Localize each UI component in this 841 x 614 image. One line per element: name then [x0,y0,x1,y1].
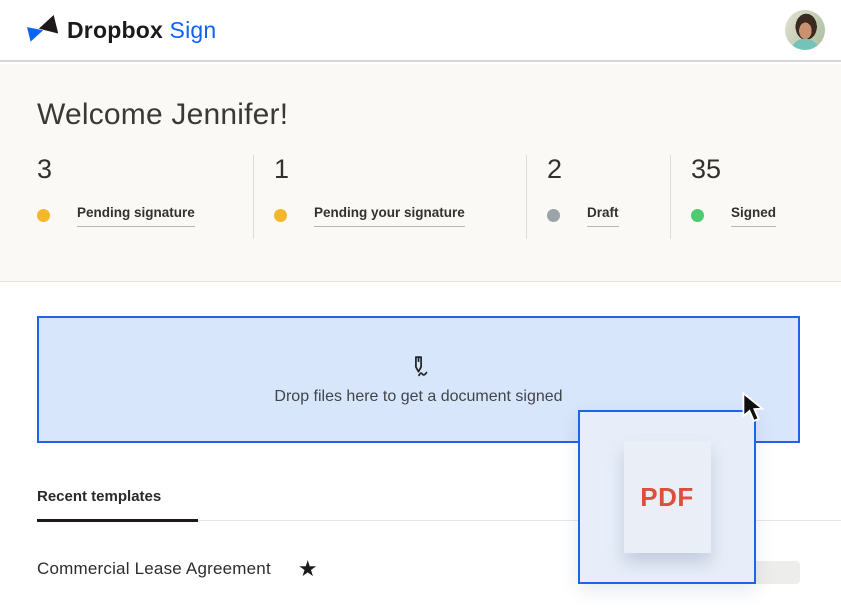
pen-signature-icon [405,354,432,381]
status-dot-pending-your [274,209,287,222]
stat-pending-signature: 3 Pending signature [37,155,253,239]
stat-detail: Draft [547,205,670,227]
stat-count: 1 [274,155,526,185]
drop-zone-label: Drop files here to get a document signed [274,388,562,406]
dropbox-sign-logo-icon [26,14,58,46]
status-dot-pending [37,209,50,222]
welcome-section: Welcome Jennifer! 3 Pending signature 1 … [0,64,841,282]
dropbox-sign-dashboard: Dropbox Sign Welcome Jennifer! 3 Pending… [0,0,841,614]
status-dot-signed [691,209,704,222]
template-name[interactable]: Commercial Lease Agreement [37,559,271,579]
pdf-page-thumbnail: PDF [624,441,711,553]
dragged-file-card[interactable]: PDF [578,410,756,584]
brand-logo[interactable]: Dropbox Sign [26,14,216,46]
stat-detail: Signed [691,205,830,227]
stat-pending-your-signature: 1 Pending your signature [253,155,526,239]
stat-label-link[interactable]: Pending signature [77,205,195,227]
template-row[interactable]: Commercial Lease Agreement ★ [37,558,318,580]
brand-text: Dropbox Sign [67,17,216,44]
top-bar: Dropbox Sign [0,0,841,62]
mouse-cursor-icon [741,392,768,423]
stat-label-link[interactable]: Pending your signature [314,205,465,227]
stat-draft: 2 Draft [526,155,670,239]
stat-count: 2 [547,155,670,185]
stat-signed: 35 Signed [670,155,830,239]
stat-detail: Pending your signature [274,205,526,227]
stat-label-link[interactable]: Draft [587,205,619,227]
page-title: Welcome Jennifer! [37,98,841,132]
pdf-file-type-label: PDF [640,482,694,513]
tab-recent-templates[interactable]: Recent templates [37,488,198,522]
stat-count: 3 [37,155,253,185]
stat-count: 35 [691,155,830,185]
brand-sign: Sign [170,17,217,43]
star-icon[interactable]: ★ [298,558,318,580]
avatar[interactable] [785,10,825,50]
stat-label-link[interactable]: Signed [731,205,776,227]
stat-detail: Pending signature [37,205,253,227]
status-dot-draft [547,209,560,222]
brand-dropbox: Dropbox [67,17,163,43]
stats-row: 3 Pending signature 1 Pending your signa… [37,155,841,239]
